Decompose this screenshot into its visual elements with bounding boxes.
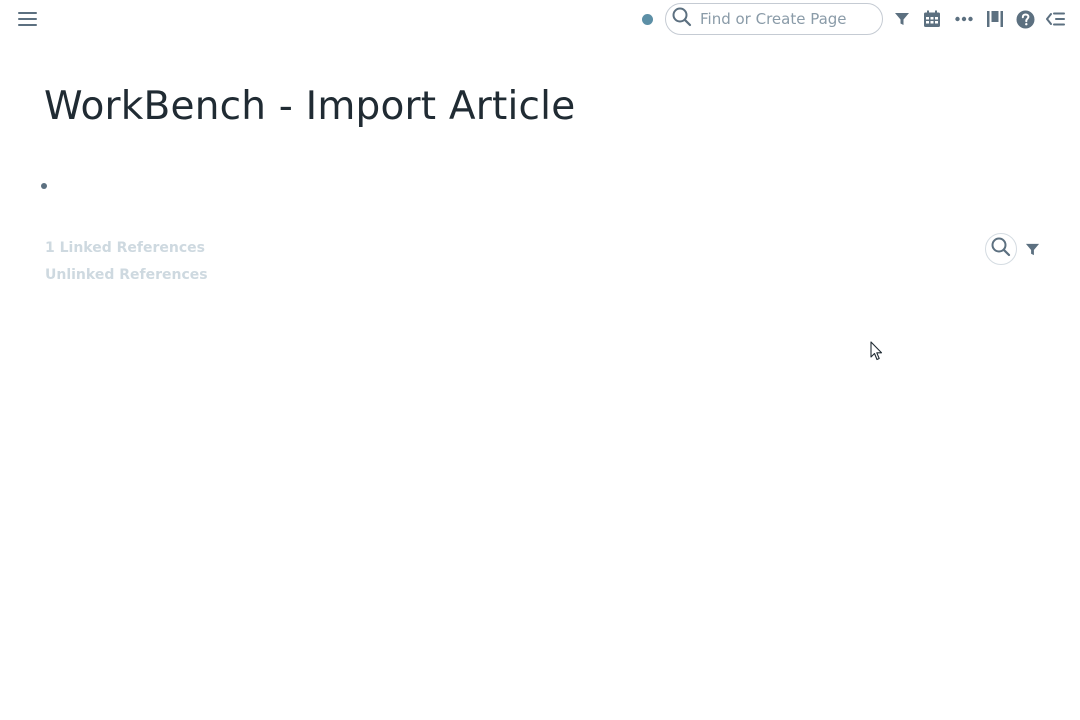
calendar-icon[interactable] (921, 8, 943, 30)
help-icon[interactable] (1014, 8, 1036, 30)
right-sidebar-icon[interactable] (1044, 8, 1068, 30)
top-bar (0, 0, 1080, 40)
mouse-cursor-icon (870, 341, 884, 361)
references-filter-icon[interactable] (1021, 238, 1043, 260)
sync-status-indicator[interactable] (642, 14, 653, 25)
unlinked-references-heading[interactable]: Unlinked References (45, 267, 208, 283)
references-search-button[interactable] (985, 233, 1017, 265)
hamburger-menu-icon[interactable] (14, 6, 42, 32)
filter-icon[interactable] (891, 8, 913, 30)
find-or-create-page-search[interactable] (665, 3, 883, 35)
linked-references-heading[interactable]: 1 Linked References (45, 240, 205, 256)
search-input[interactable] (698, 9, 882, 29)
search-icon (672, 7, 692, 32)
page-title[interactable]: WorkBench - Import Article (44, 84, 575, 129)
search-icon (991, 237, 1011, 262)
all-pages-icon[interactable] (984, 8, 1006, 30)
empty-block-bullet[interactable] (41, 183, 47, 189)
more-horizontal-icon[interactable] (952, 8, 976, 30)
